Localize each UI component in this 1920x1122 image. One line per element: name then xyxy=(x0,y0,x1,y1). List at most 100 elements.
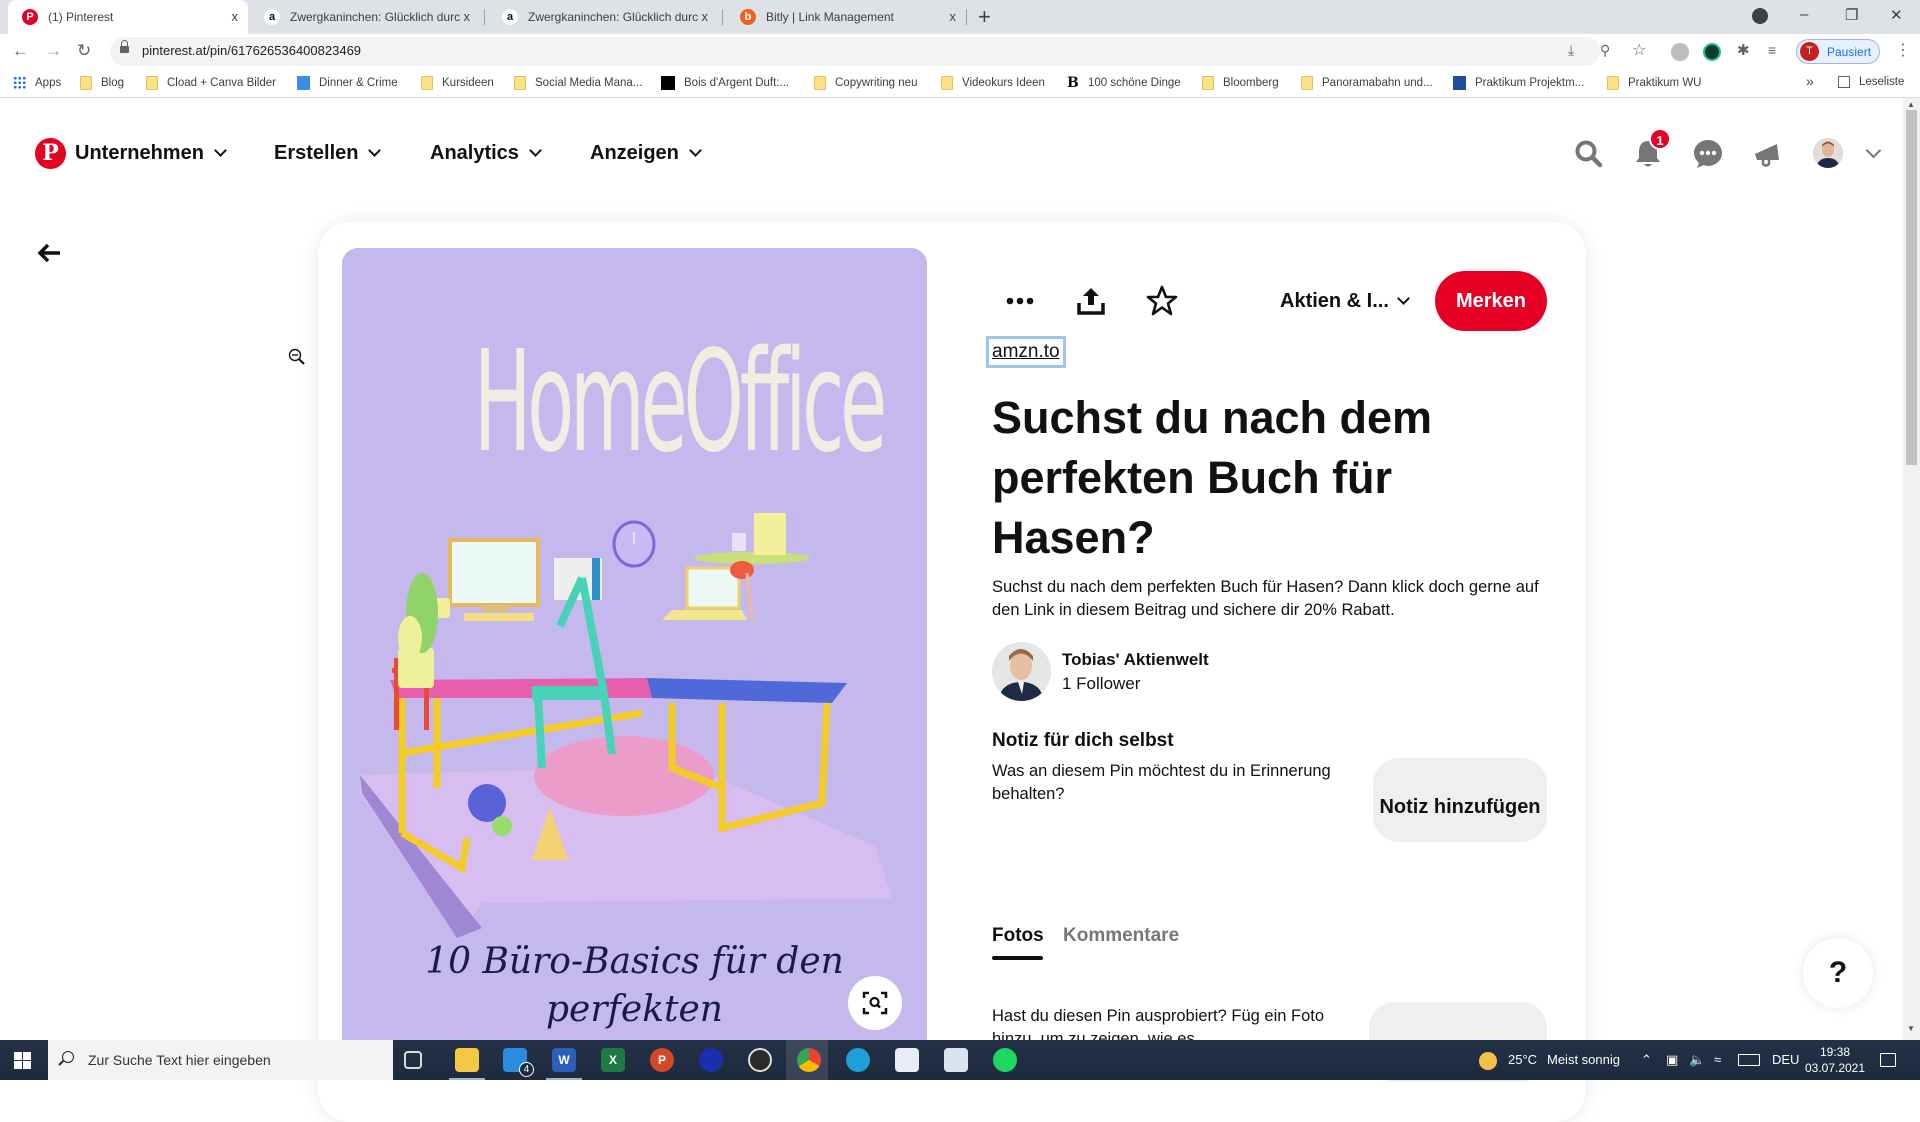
search-placeholder: Zur Suche Text hier eingeben xyxy=(88,1052,271,1068)
bookmark-blog[interactable]: Blog xyxy=(80,76,124,90)
close-tab-icon[interactable]: x xyxy=(950,9,957,24)
adblock-icon[interactable] xyxy=(1671,43,1689,61)
tab-kommentare[interactable]: Kommentare xyxy=(1063,925,1179,947)
audacity-icon[interactable] xyxy=(699,1048,723,1072)
reload-icon[interactable]: ↻ xyxy=(77,41,91,61)
bookmark-praktikum-wu[interactable]: Praktikum WU xyxy=(1607,76,1701,90)
source-link[interactable]: amzn.to xyxy=(989,339,1063,365)
task-view-icon[interactable] xyxy=(404,1051,422,1069)
bookmark-bloomberg[interactable]: Bloomberg xyxy=(1202,76,1279,90)
forward-icon[interactable]: → xyxy=(45,41,62,61)
powerpoint-icon[interactable]: P xyxy=(650,1048,674,1072)
bookmark-cload-canva[interactable]: Cload + Canva Bilder xyxy=(146,76,276,90)
tab-amazon-2[interactable]: a Zwergkaninchen: Glücklich durch x xyxy=(488,0,718,34)
creator-avatar[interactable] xyxy=(992,642,1051,701)
chevron-down-icon xyxy=(214,144,227,157)
favorite-star-icon[interactable] xyxy=(1145,284,1179,318)
word-icon[interactable]: W xyxy=(552,1048,576,1072)
tab-fotos[interactable]: Fotos xyxy=(992,925,1044,947)
weather-text[interactable]: Meist sonnig xyxy=(1547,1052,1620,1067)
close-tab-icon[interactable]: x xyxy=(702,9,709,24)
spotify-icon[interactable] xyxy=(993,1048,1017,1072)
tab-bitly[interactable]: b Bitly | Link Management x xyxy=(726,0,966,34)
bookmarks-overflow-button[interactable]: » xyxy=(1806,73,1814,89)
file-explorer-icon[interactable] xyxy=(455,1048,479,1072)
close-window-icon[interactable]: ✕ xyxy=(1890,6,1903,24)
address-bar[interactable]: pinterest.at/pin/617626536400823469 xyxy=(110,37,1600,66)
notepad-icon[interactable] xyxy=(944,1048,968,1072)
bookmark-social-media[interactable]: Social Media Mana... xyxy=(514,76,642,90)
windows-start-icon[interactable] xyxy=(14,1052,31,1069)
weather-temp[interactable]: 25°C xyxy=(1508,1052,1537,1067)
bookmark-dinner-crime[interactable]: Dinner & Crime xyxy=(297,76,398,90)
profile-button[interactable]: T Pausiert xyxy=(1796,39,1880,64)
bookmark-100-schoene-dinge[interactable]: B 100 schöne Dinge xyxy=(1067,76,1181,90)
bookmark-star-icon[interactable]: ☆ xyxy=(1632,40,1646,60)
back-icon[interactable]: ← xyxy=(12,41,29,61)
keyboard-icon[interactable] xyxy=(1738,1054,1760,1066)
pin-image[interactable]: HomeOffice 10 Büro-Basics für den perfek… xyxy=(342,248,927,1078)
url-text[interactable]: pinterest.at/pin/617626536400823469 xyxy=(142,43,361,58)
visual-search-button[interactable] xyxy=(848,976,902,1030)
help-button[interactable]: ? xyxy=(1803,938,1873,1008)
messages-icon[interactable] xyxy=(1692,138,1724,170)
nav-erstellen[interactable]: Erstellen xyxy=(274,142,382,165)
back-arrow-icon[interactable] xyxy=(38,243,62,263)
edge-icon[interactable] xyxy=(846,1048,870,1072)
close-tab-icon[interactable]: x xyxy=(232,9,239,24)
obs-icon[interactable] xyxy=(748,1048,772,1072)
add-note-button[interactable]: Notiz hinzufügen xyxy=(1373,758,1547,842)
save-button[interactable]: Merken xyxy=(1435,271,1547,331)
tab-pinterest[interactable]: P (1) Pinterest x xyxy=(8,0,248,34)
clock[interactable]: 19:38 03.07.2021 xyxy=(1800,1044,1870,1076)
camera-icon[interactable]: ▣ xyxy=(1666,1052,1678,1068)
menu-icon[interactable]: ⋮ xyxy=(1895,40,1911,60)
close-tab-icon[interactable]: x xyxy=(464,9,471,24)
bookmark-bois-dargent[interactable]: Bois d'Argent Duft:... xyxy=(661,76,789,90)
updates-megaphone-icon[interactable] xyxy=(1752,138,1784,170)
excel-icon[interactable]: X xyxy=(601,1048,625,1072)
reading-list-button[interactable]: Leseliste xyxy=(1838,76,1904,88)
bookmark-panoramabahn[interactable]: Panoramabahn und... xyxy=(1301,76,1433,90)
creator-name[interactable]: Tobias' Aktienwelt xyxy=(1062,650,1209,670)
account-chevron-icon[interactable] xyxy=(1865,142,1882,159)
grammarly-icon[interactable] xyxy=(1703,43,1721,61)
wifi-icon[interactable]: ≈ xyxy=(1714,1052,1721,1067)
nav-anzeigen[interactable]: Anzeigen xyxy=(590,142,702,165)
bookmark-copywriting[interactable]: Copywriting neu xyxy=(814,76,917,90)
pinterest-logo[interactable]: P xyxy=(35,138,66,169)
nav-unternehmen[interactable]: Unternehmen xyxy=(75,142,227,165)
taskbar-search-input[interactable]: Zur Suche Text hier eingeben xyxy=(48,1040,393,1080)
bookmark-videokurs[interactable]: Videokurs Ideen xyxy=(941,76,1045,90)
tab-search-icon[interactable] xyxy=(1752,8,1768,24)
user-avatar[interactable] xyxy=(1813,138,1843,168)
nav-analytics[interactable]: Analytics xyxy=(430,142,542,165)
scroll-down-icon[interactable]: ▼ xyxy=(1907,1024,1915,1033)
search-icon[interactable] xyxy=(1573,138,1605,170)
scroll-up-icon[interactable]: ▲ xyxy=(1907,100,1915,109)
language-indicator[interactable]: DEU xyxy=(1772,1052,1799,1067)
chrome-icon[interactable] xyxy=(797,1048,821,1072)
page-scrollbar[interactable]: ▲ ▼ xyxy=(1903,98,1920,1040)
notifications-center-icon[interactable] xyxy=(1880,1053,1896,1067)
volume-icon[interactable]: 🔈 xyxy=(1689,1052,1705,1068)
install-app-icon[interactable]: ⤓ xyxy=(1568,42,1574,59)
tray-overflow-icon[interactable]: ⌃ xyxy=(1641,1052,1652,1068)
minimize-icon[interactable]: – xyxy=(1800,6,1808,23)
bookmark-praktikum-projekt[interactable]: Praktikum Projektm... xyxy=(1453,76,1584,90)
board-dropdown[interactable]: Aktien & I... xyxy=(1280,290,1410,313)
new-tab-button[interactable]: + xyxy=(978,4,991,30)
bookmark-apps[interactable]: Apps xyxy=(13,76,61,89)
reading-queue-icon[interactable]: ≡ xyxy=(1768,42,1776,58)
paint-icon[interactable] xyxy=(895,1048,919,1072)
restore-icon[interactable]: ❐ xyxy=(1845,6,1858,24)
tab-amazon-1[interactable]: a Zwergkaninchen: Glücklich durch x xyxy=(250,0,480,34)
tab-title: Zwergkaninchen: Glücklich durch xyxy=(290,10,460,24)
extensions-icon[interactable]: ✱ xyxy=(1737,41,1750,59)
weather-icon[interactable] xyxy=(1479,1052,1497,1070)
scrollbar-thumb[interactable] xyxy=(1906,110,1917,465)
share-upload-icon[interactable] xyxy=(1074,284,1108,318)
more-options-icon[interactable] xyxy=(1003,284,1037,318)
zoom-icon[interactable]: ⚲ xyxy=(1600,42,1610,59)
bookmark-kursideen[interactable]: Kursideen xyxy=(421,76,494,90)
